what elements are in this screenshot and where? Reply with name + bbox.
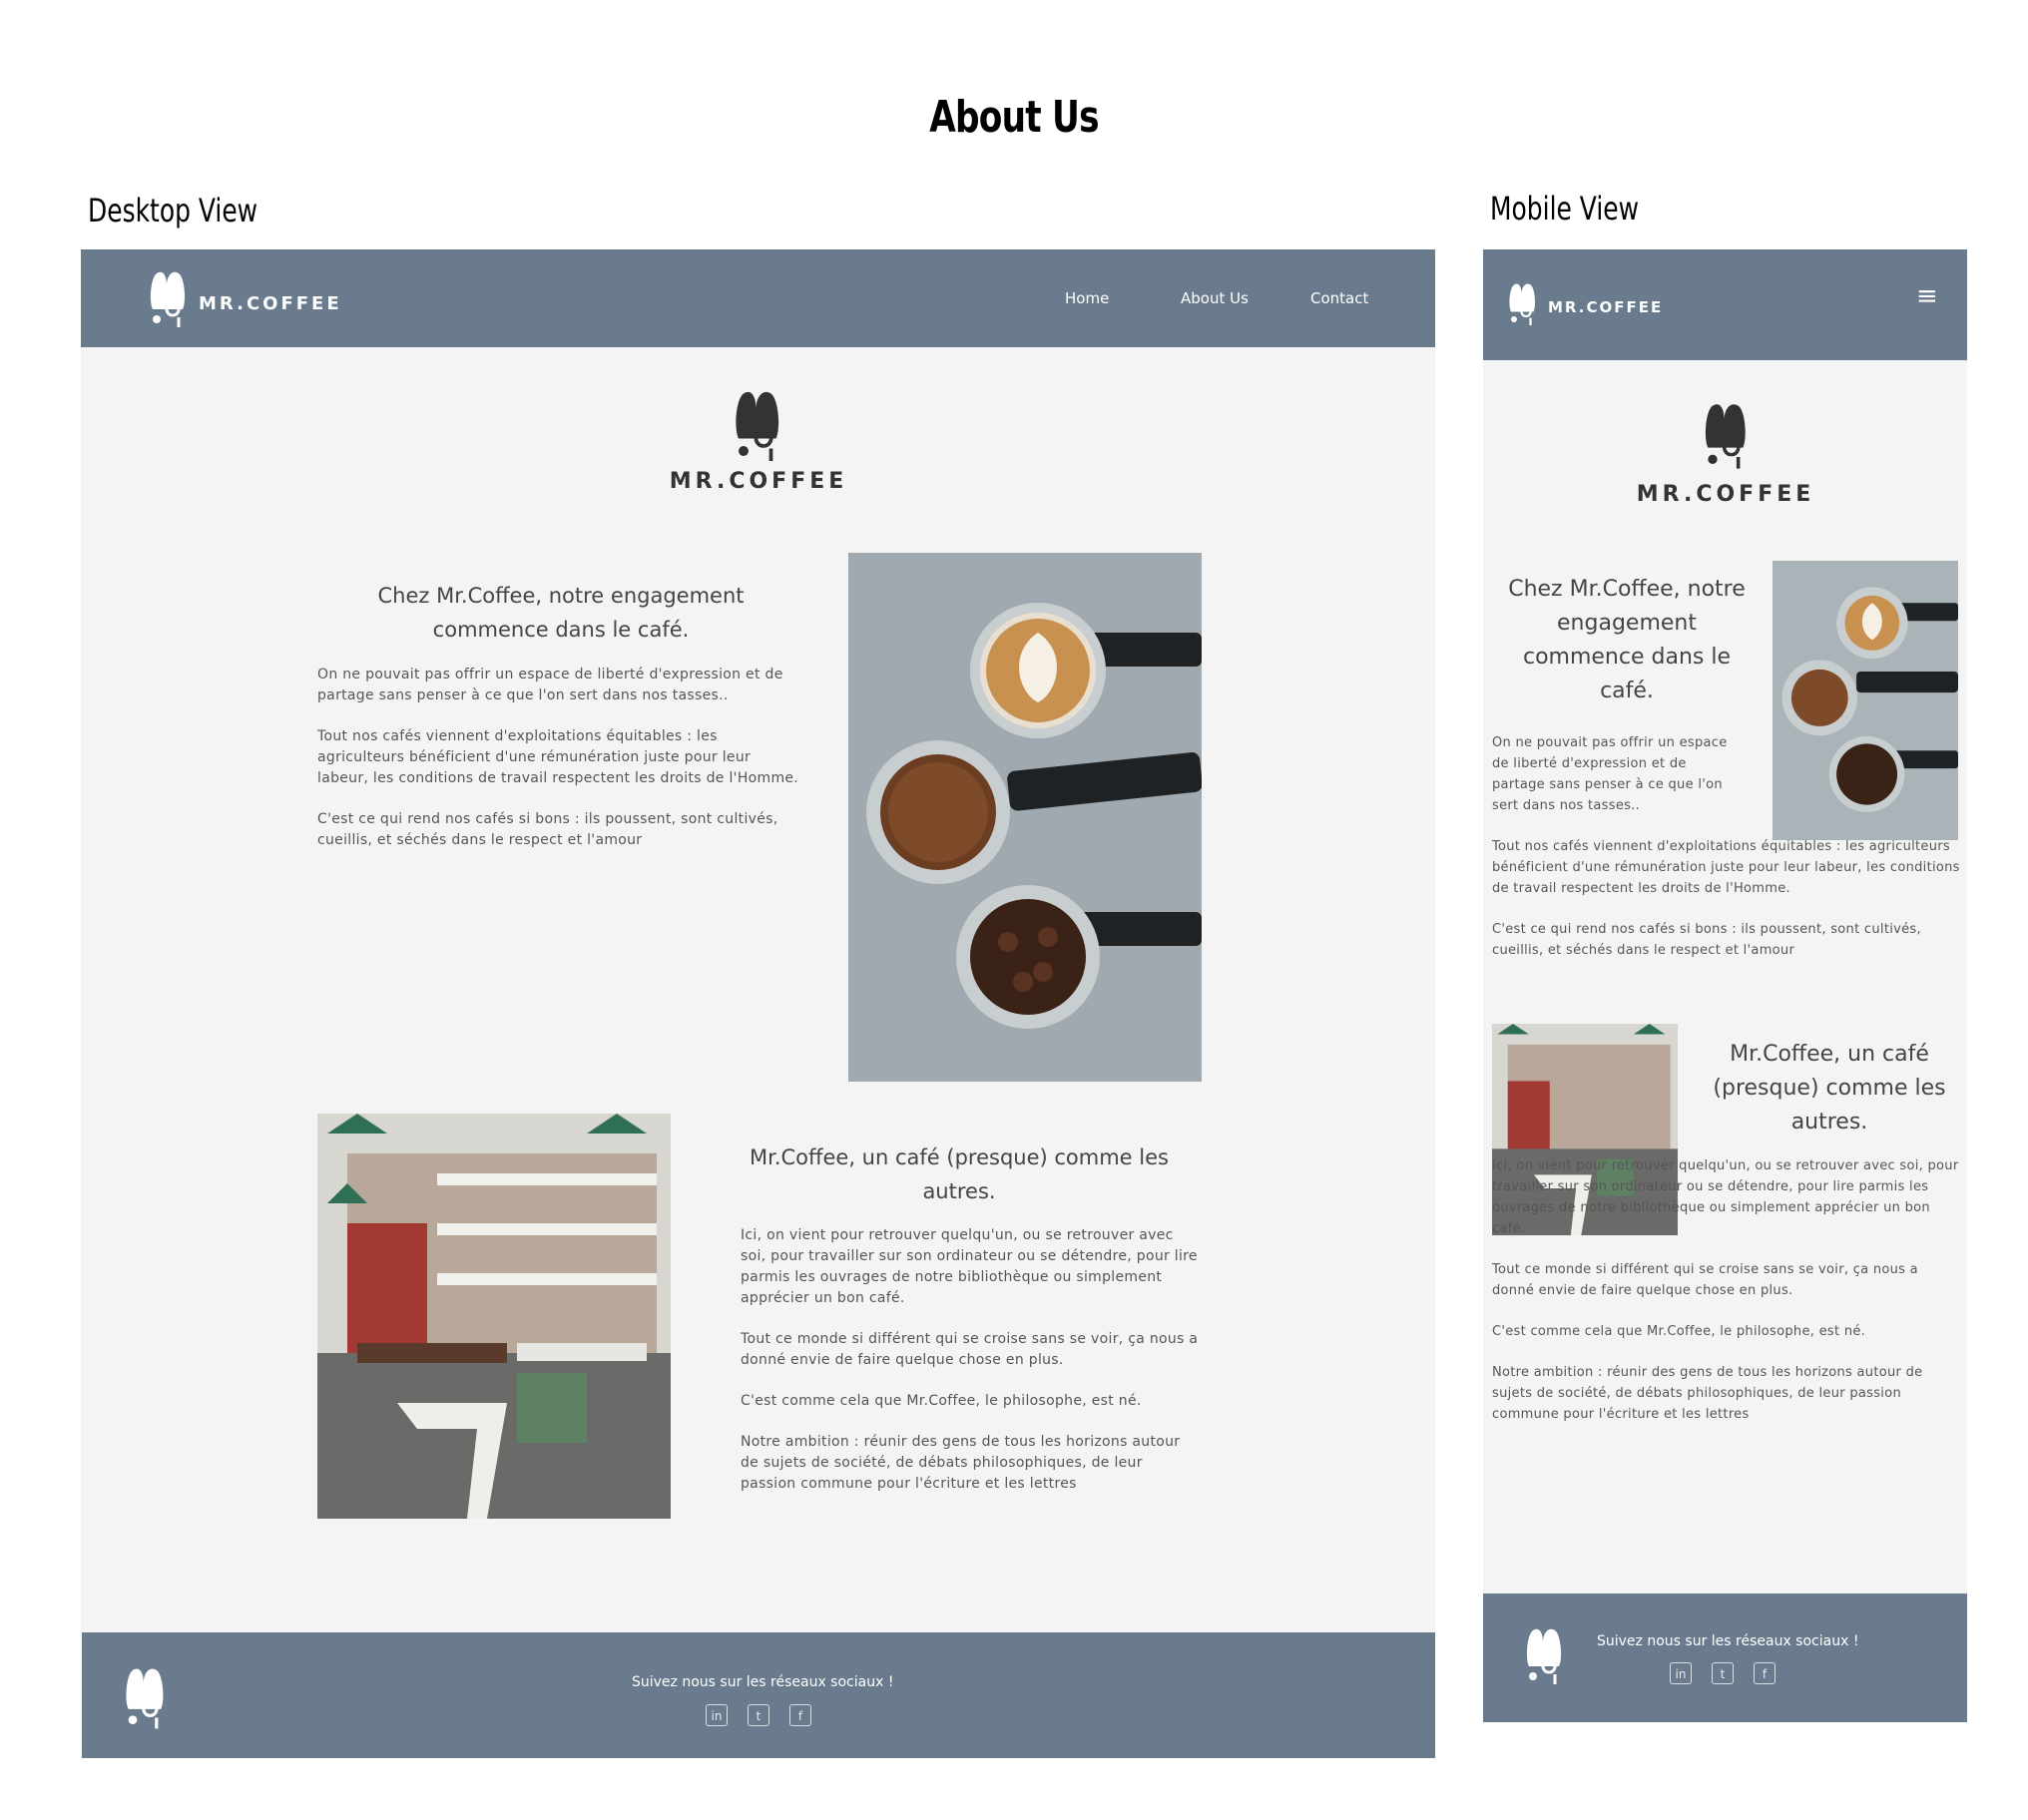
linkedin-icon[interactable]: in <box>1670 1662 1692 1684</box>
nav-contact-link[interactable]: Contact <box>1310 289 1368 307</box>
section2-paragraph: Tout ce monde si différent qui se croise… <box>741 1331 1199 1368</box>
center-logo-icon <box>736 391 779 461</box>
mobile-footer-logo-icon[interactable] <box>1521 1623 1569 1689</box>
mobile-logo-icon[interactable] <box>1505 279 1541 329</box>
mobile-section1-paragraph: On ne pouvait pas offrir un espace de li… <box>1492 735 1728 813</box>
footer-logo-icon[interactable] <box>120 1662 172 1734</box>
mobile-section2-paragraph: Notre ambition : réunir des gens de tous… <box>1492 1365 1923 1422</box>
hamburger-menu-icon[interactable]: ≡ <box>1916 281 1938 311</box>
twitter-icon[interactable]: t <box>1712 1662 1734 1684</box>
section2-paragraph: Notre ambition : réunir des gens de tous… <box>741 1434 1181 1492</box>
mobile-footer: Suivez nous sur les réseaux sociaux ! in… <box>1483 1593 1967 1722</box>
nav-about-link[interactable]: About Us <box>1181 289 1249 307</box>
section1-paragraph: Tout nos cafés viennent d'exploitations … <box>317 728 799 786</box>
logo-icon[interactable] <box>145 267 193 331</box>
desktop-footer: Suivez nous sur les réseaux sociaux ! in… <box>82 1632 1435 1758</box>
facebook-icon[interactable]: f <box>789 1704 811 1726</box>
section2-text: Ici, on vient pour retrouver quelqu'un, … <box>741 1225 1200 1515</box>
section1-text: On ne pouvait pas offrir un espace de li… <box>317 665 802 871</box>
mobile-section1-paragraph: Tout nos cafés viennent d'exploitations … <box>1492 839 1960 896</box>
desktop-frame: MR.COFFEE Home About Us Contact MR.COFFE… <box>81 249 1435 1758</box>
mobile-follow-text: Suivez nous sur les réseaux sociaux ! <box>1597 1633 1859 1649</box>
section1-paragraph: C'est ce qui rend nos cafés si bons : il… <box>317 811 778 848</box>
nav-brand[interactable]: MR.COFFEE <box>199 293 342 314</box>
follow-text: Suivez nous sur les réseaux sociaux ! <box>632 1674 894 1690</box>
center-brand: MR.COFFEE <box>669 469 848 494</box>
mobile-nav-brand[interactable]: MR.COFFEE <box>1548 298 1663 316</box>
mobile-section2-paragraph: Tout ce monde si différent qui se croise… <box>1492 1262 1918 1298</box>
page-title: About Us <box>929 92 1099 143</box>
desktop-view-label: Desktop View <box>88 192 258 229</box>
mobile-section2-paragraph: C'est comme cela que Mr.Coffee, le philo… <box>1492 1324 1866 1339</box>
mobile-view-label: Mobile View <box>1490 190 1640 228</box>
mobile-frame: MR.COFFEE ≡ MR.COFFEE Chez Mr.Coffee, no… <box>1483 249 1967 1722</box>
mobile-center-brand: MR.COFFEE <box>1636 482 1815 507</box>
section1-heading: Chez Mr.Coffee, notre engagement commenc… <box>377 584 745 642</box>
twitter-icon[interactable]: t <box>748 1704 769 1726</box>
section2-heading: Mr.Coffee, un café (presque) comme les a… <box>750 1145 1169 1203</box>
mobile-section1-text: On ne pouvait pas offrir un espace de li… <box>1492 732 1961 981</box>
mobile-navbar: MR.COFFEE ≡ <box>1483 249 1967 360</box>
section1-paragraph: On ne pouvait pas offrir un espace de li… <box>317 667 783 703</box>
mobile-center-logo-icon <box>1705 404 1746 469</box>
linkedin-icon[interactable]: in <box>706 1704 728 1726</box>
mobile-section1-paragraph: C'est ce qui rend nos cafés si bons : il… <box>1492 922 1921 958</box>
mobile-section2-paragraph: Ici, on vient pour retrouver quelqu'un, … <box>1492 1158 1959 1236</box>
desktop-navbar: MR.COFFEE Home About Us Contact <box>81 249 1435 347</box>
mobile-section2-text: Ici, on vient pour retrouver quelqu'un, … <box>1492 1155 1961 1445</box>
section2-paragraph: C'est comme cela que Mr.Coffee, le philo… <box>741 1393 1142 1409</box>
section2-paragraph: Ici, on vient pour retrouver quelqu'un, … <box>741 1227 1198 1306</box>
mobile-section1-heading: Chez Mr.Coffee, notre engagement commenc… <box>1508 577 1746 703</box>
mobile-section2-heading: Mr.Coffee, un café (presque) comme les a… <box>1713 1042 1946 1135</box>
facebook-icon[interactable]: f <box>1754 1662 1775 1684</box>
cafe-interior-image <box>317 1114 671 1519</box>
nav-home-link[interactable]: Home <box>1065 289 1109 307</box>
coffee-portafilters-image <box>848 553 1202 1082</box>
